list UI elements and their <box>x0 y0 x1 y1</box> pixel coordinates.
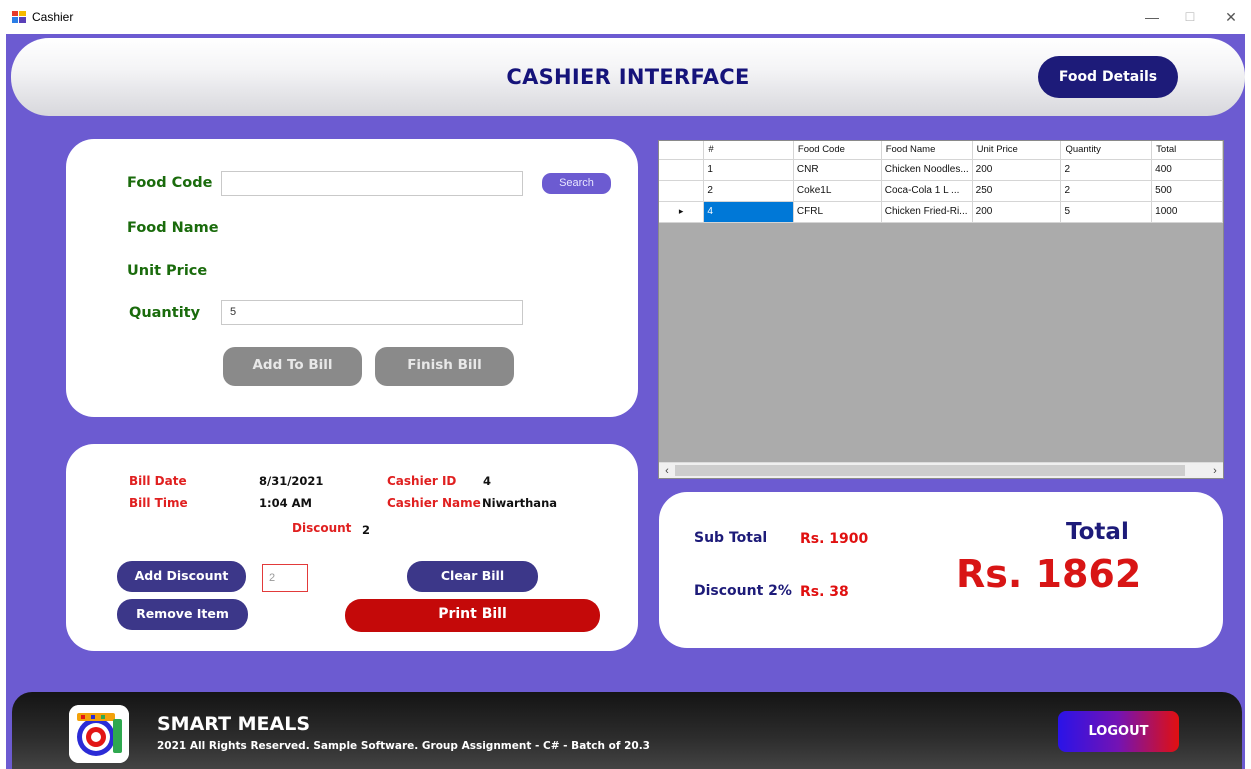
search-button[interactable]: Search <box>542 173 611 194</box>
cashier-id-label: Cashier ID <box>387 474 457 488</box>
discount-input[interactable]: 2 <box>262 564 308 592</box>
sub-total-label: Sub Total <box>694 530 768 546</box>
total-label: Total <box>1066 519 1129 545</box>
table-cell[interactable]: 500 <box>1151 180 1223 202</box>
table-row[interactable]: 1 CNR Chicken Noodles... 200 2 400 <box>659 159 1223 181</box>
table-cell[interactable]: 1000 <box>1151 201 1223 223</box>
grand-total-value: Rs. 1862 <box>956 552 1142 596</box>
food-details-button[interactable]: Food Details <box>1038 56 1178 98</box>
bill-time-label: Bill Time <box>129 496 188 510</box>
bill-date-value: 8/31/2021 <box>259 474 324 488</box>
column-header[interactable]: Unit Price <box>972 141 1062 160</box>
logo-mark-icon <box>69 705 129 763</box>
table-cell[interactable]: CNR <box>793 159 882 181</box>
table-header-row: # Food Code Food Name Unit Price Quantit… <box>659 141 1223 160</box>
close-icon[interactable]: ✕ <box>1216 6 1246 28</box>
quantity-input[interactable]: 5 <box>221 300 523 325</box>
totals-panel: Sub Total Rs. 1900 Discount 2% Rs. 38 To… <box>659 492 1223 648</box>
scroll-left-icon[interactable]: ‹ <box>659 463 675 479</box>
brand-name: SMART MEALS <box>157 713 311 735</box>
bill-info-panel: Bill Date 8/31/2021 Cashier ID 4 Bill Ti… <box>66 444 638 651</box>
table-cell[interactable]: 200 <box>972 159 1062 181</box>
copyright-text: 2021 All Rights Reserved. Sample Softwar… <box>157 740 650 752</box>
scrollbar-thumb[interactable] <box>675 465 1185 476</box>
table-cell-selected[interactable]: 4 <box>703 201 794 223</box>
bill-items-grid[interactable]: # Food Code Food Name Unit Price Quantit… <box>658 140 1224 479</box>
table-cell[interactable]: 2 <box>703 180 794 202</box>
table-cell[interactable]: 5 <box>1060 201 1153 223</box>
column-header[interactable]: Total <box>1151 141 1223 160</box>
cashier-id-value: 4 <box>483 474 492 488</box>
cashier-name-label: Cashier Name <box>387 496 481 510</box>
column-header[interactable]: Food Code <box>793 141 882 160</box>
bill-date-label: Bill Date <box>129 474 187 488</box>
app-icon <box>12 11 26 23</box>
cashier-name-value: Niwarthana <box>482 496 558 510</box>
row-header[interactable] <box>659 159 705 181</box>
logout-button[interactable]: LOGOUT <box>1058 711 1179 752</box>
column-header[interactable]: Food Name <box>881 141 973 160</box>
current-row-indicator-icon[interactable]: ▸ <box>659 201 705 223</box>
food-code-label: Food Code <box>127 175 213 191</box>
footer-bar: SMART MEALS 2021 All Rights Reserved. Sa… <box>12 692 1242 769</box>
table-row[interactable]: 2 Coke1L Coca-Cola 1 L ... 250 2 500 <box>659 180 1223 202</box>
bill-time-value: 1:04 AM <box>259 496 312 510</box>
window-titlebar: Cashier — ☐ ✕ <box>0 0 1251 34</box>
scroll-right-icon[interactable]: › <box>1207 463 1223 479</box>
table-cell[interactable]: Coke1L <box>793 180 882 202</box>
add-discount-button[interactable]: Add Discount <box>117 561 246 592</box>
discount-percent-label: Discount 2% <box>694 583 792 599</box>
row-header-corner <box>659 141 705 160</box>
table-cell[interactable]: 2 <box>1060 180 1153 202</box>
food-name-label: Food Name <box>127 220 219 236</box>
table-cell[interactable]: Coca-Cola 1 L ... <box>881 180 973 202</box>
finish-bill-button[interactable]: Finish Bill <box>375 347 514 386</box>
food-entry-panel: Food Code Search Food Name Unit Price Qu… <box>66 139 638 417</box>
table-cell[interactable]: 400 <box>1151 159 1223 181</box>
table-cell[interactable]: Chicken Fried-Ri... <box>881 201 973 223</box>
table-row-selected[interactable]: ▸ 4 CFRL Chicken Fried-Ri... 200 5 1000 <box>659 201 1223 223</box>
sub-total-value: Rs. 1900 <box>800 531 869 547</box>
minimize-icon[interactable]: — <box>1137 6 1167 28</box>
horizontal-scrollbar[interactable]: ‹ › <box>659 462 1223 478</box>
smart-meals-logo <box>69 705 129 763</box>
discount-value: 2 <box>362 523 371 537</box>
bill-items-table: # Food Code Food Name Unit Price Quantit… <box>659 141 1223 223</box>
print-bill-button[interactable]: Print Bill <box>345 599 600 632</box>
table-cell[interactable]: 1 <box>703 159 794 181</box>
food-code-input[interactable] <box>221 171 523 196</box>
column-header[interactable]: Quantity <box>1060 141 1153 160</box>
discount-amount-value: Rs. 38 <box>800 584 849 600</box>
table-cell[interactable]: 200 <box>972 201 1062 223</box>
client-area: CASHIER INTERFACE Food Details Food Code… <box>6 34 1245 769</box>
table-cell[interactable]: 2 <box>1060 159 1153 181</box>
clear-bill-button[interactable]: Clear Bill <box>407 561 538 592</box>
add-to-bill-button[interactable]: Add To Bill <box>223 347 362 386</box>
discount-label: Discount <box>292 521 352 535</box>
maximize-icon: ☐ <box>1184 10 1196 24</box>
window-title: Cashier <box>32 10 74 24</box>
table-cell[interactable]: Chicken Noodles... <box>881 159 973 181</box>
table-cell[interactable]: 250 <box>972 180 1062 202</box>
column-header[interactable]: # <box>703 141 794 160</box>
header-bar: CASHIER INTERFACE Food Details <box>11 38 1245 116</box>
quantity-label: Quantity <box>129 305 201 321</box>
row-header[interactable] <box>659 180 705 202</box>
table-cell[interactable]: CFRL <box>793 201 882 223</box>
remove-item-button[interactable]: Remove Item <box>117 599 248 630</box>
unit-price-label: Unit Price <box>127 263 208 279</box>
